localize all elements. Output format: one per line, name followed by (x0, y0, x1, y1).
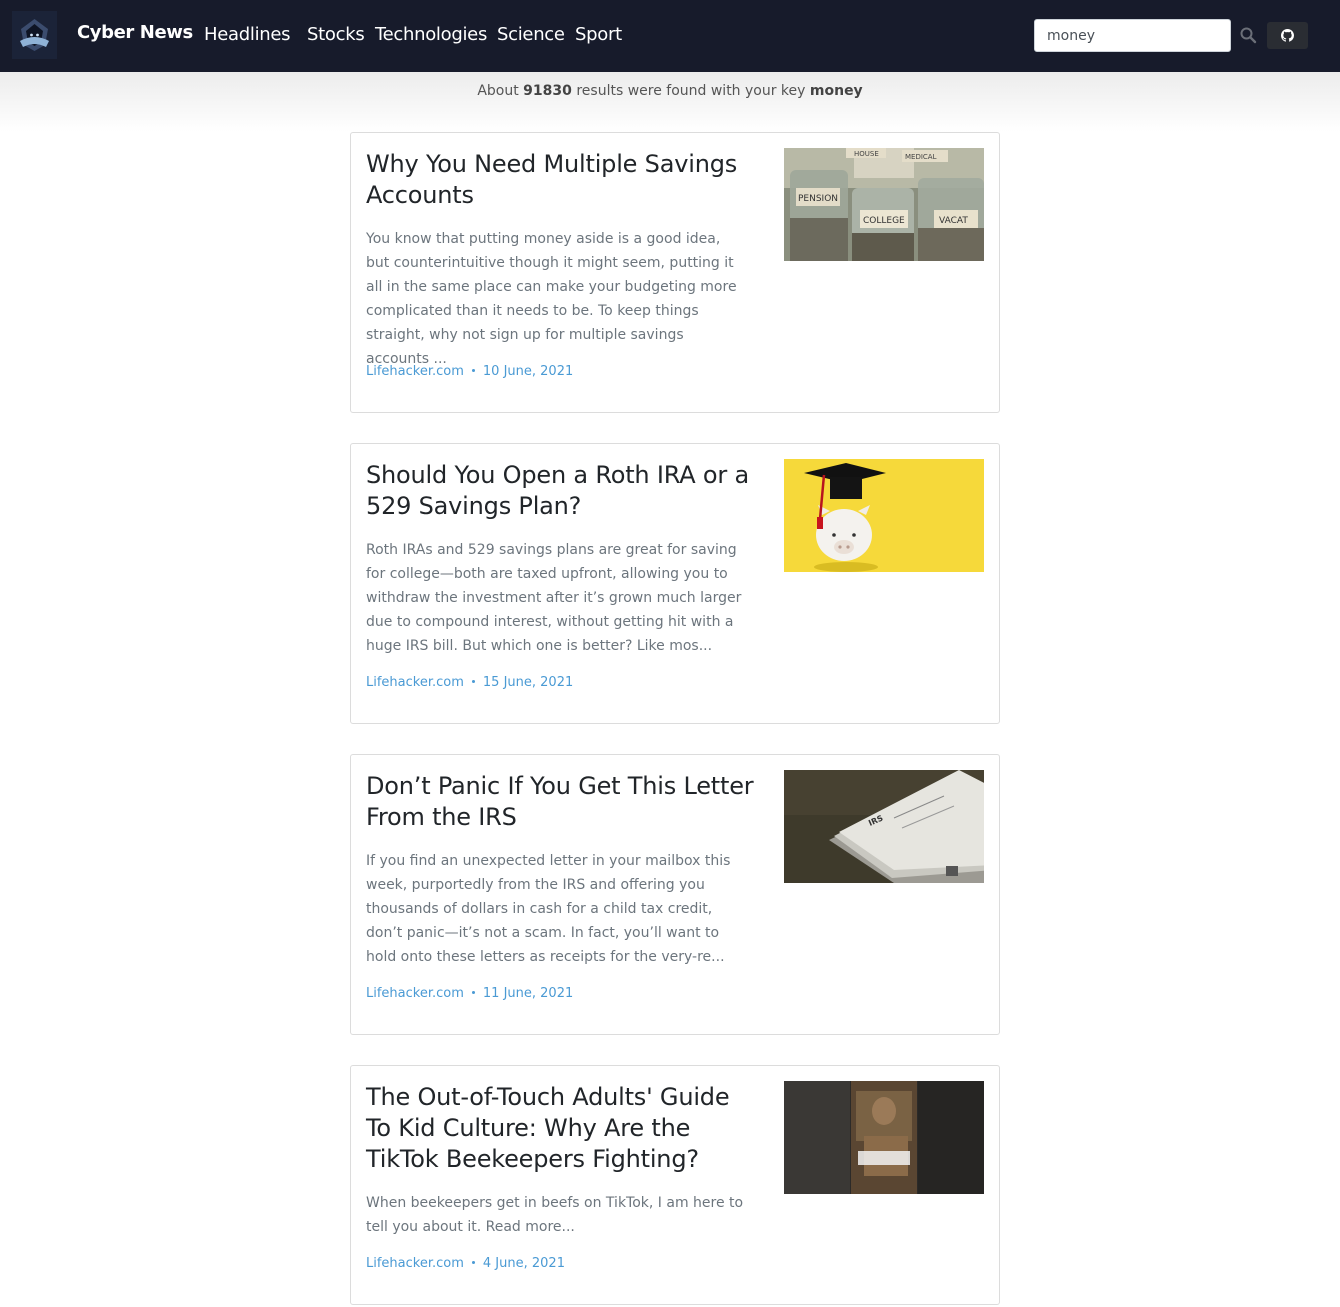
article-date: 10 June, 2021 (482, 364, 574, 379)
piggy-bank-graduation-cap-image[interactable] (784, 459, 984, 572)
tiktok-beekeeper-image[interactable] (784, 1081, 984, 1194)
github-icon (1281, 29, 1294, 42)
nav-sport[interactable]: Sport (575, 24, 622, 45)
top-navbar: Cyber News Headlines Stocks Technologies… (0, 0, 1340, 72)
nav-stocks[interactable]: Stocks (307, 24, 365, 45)
svg-text:PENSION: PENSION (798, 194, 838, 204)
article-description: When beekeepers get in beefs on TikTok, … (366, 1195, 744, 1235)
svg-text:VACAT: VACAT (939, 216, 968, 226)
results-count: 91830 (523, 83, 572, 99)
article-source[interactable]: Lifehacker.com (366, 675, 464, 690)
article-card[interactable]: The Out-of-Touch Adults' Guide To Kid Cu… (350, 1065, 1000, 1305)
site-logo[interactable] (12, 11, 57, 59)
article-title[interactable]: The Out-of-Touch Adults' Guide To Kid Cu… (366, 1082, 756, 1175)
article-title[interactable]: Why You Need Multiple Savings Accounts (366, 149, 756, 211)
article-description: You know that putting money aside is a g… (366, 231, 737, 367)
article-meta: Lifehacker.com 4 June, 2021 (366, 1256, 565, 1271)
article-description: Roth IRAs and 529 savings plans are grea… (366, 542, 742, 654)
nav-headlines[interactable]: Headlines (204, 24, 291, 45)
article-date: 15 June, 2021 (482, 675, 574, 690)
search-button[interactable] (1239, 26, 1257, 44)
github-button[interactable] (1267, 22, 1308, 49)
results-summary: About 91830 results were found with your… (0, 83, 1340, 99)
separator-dot (471, 990, 475, 994)
article-card[interactable]: Should You Open a Roth IRA or a 529 Savi… (350, 443, 1000, 724)
brand-name[interactable]: Cyber News (77, 22, 193, 43)
svg-text:MEDICAL: MEDICAL (905, 153, 937, 161)
svg-text:COLLEGE: COLLEGE (863, 216, 905, 226)
article-card[interactable]: Don’t Panic If You Get This Letter From … (350, 754, 1000, 1035)
results-band (0, 72, 1340, 132)
svg-text:HOUSE: HOUSE (854, 150, 879, 158)
article-meta: Lifehacker.com 11 June, 2021 (366, 986, 573, 1001)
irs-envelopes-image[interactable]: IRS (784, 770, 984, 883)
separator-dot (471, 1260, 475, 1264)
separator-dot (471, 679, 475, 683)
article-date: 4 June, 2021 (482, 1256, 565, 1271)
article-meta: Lifehacker.com 10 June, 2021 (366, 364, 573, 379)
hooded-figure-icon (12, 11, 57, 59)
results-keyword: money (809, 83, 863, 99)
search-icon (1240, 27, 1257, 44)
article-source[interactable]: Lifehacker.com (366, 364, 464, 379)
article-description: If you find an unexpected letter in your… (366, 853, 731, 965)
savings-jars-image[interactable]: PENSION COLLEGE VACAT MEDICAL HOUSE (784, 148, 984, 261)
nav-science[interactable]: Science (497, 24, 565, 45)
article-title[interactable]: Should You Open a Roth IRA or a 529 Savi… (366, 460, 756, 522)
article-date: 11 June, 2021 (482, 986, 574, 1001)
separator-dot (471, 368, 475, 372)
article-source[interactable]: Lifehacker.com (366, 986, 464, 1001)
article-card[interactable]: Why You Need Multiple Savings Accounts Y… (350, 132, 1000, 413)
results-prefix: About (477, 83, 519, 99)
search-input[interactable] (1034, 19, 1231, 52)
article-meta: Lifehacker.com 15 June, 2021 (366, 675, 573, 690)
article-title[interactable]: Don’t Panic If You Get This Letter From … (366, 771, 756, 833)
results-middle: results were found with your key (576, 83, 806, 99)
nav-technologies[interactable]: Technologies (375, 24, 487, 45)
article-source[interactable]: Lifehacker.com (366, 1256, 464, 1271)
